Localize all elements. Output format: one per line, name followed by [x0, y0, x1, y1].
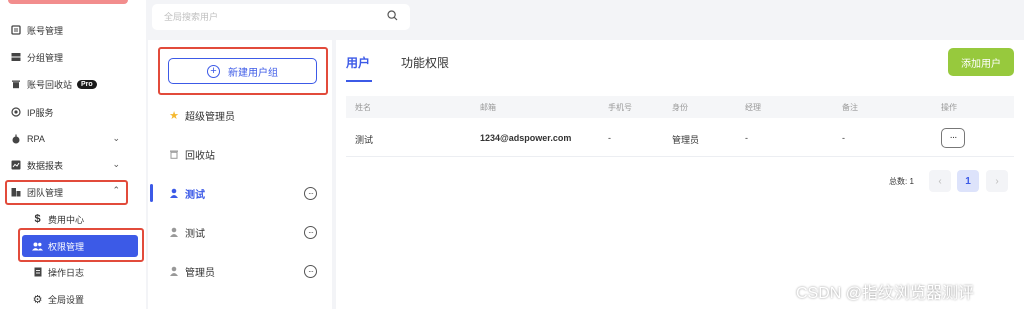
sidebar-item-label: 账号管理	[27, 25, 64, 36]
chart-icon	[10, 160, 21, 171]
group-item-label: 测试	[185, 228, 205, 240]
add-user-button[interactable]: 添加用户	[948, 48, 1014, 76]
user-icon	[168, 227, 180, 237]
sidebar-subitem-label: 全局设置	[48, 294, 85, 305]
group-item-recycle[interactable]: 回收站	[168, 145, 328, 163]
sidebar-item-trash[interactable]: 账号回收站 Pro	[0, 73, 146, 95]
cell-manager: -	[745, 133, 748, 143]
sidebar-subitem-label: 操作日志	[48, 267, 85, 278]
group-more-icon[interactable]: ···	[304, 187, 317, 200]
sidebar-item-label: 分组管理	[27, 52, 64, 63]
group-item-label: 管理员	[185, 267, 215, 279]
log-icon	[32, 267, 43, 278]
cell-phone: -	[608, 133, 611, 143]
col-header-note: 备注	[842, 103, 858, 112]
tab-underline	[346, 80, 372, 82]
col-header-role: 身份	[672, 103, 688, 112]
sidebar-item-label: IP服务	[27, 107, 54, 118]
col-header-actions: 操作	[941, 103, 957, 112]
sidebar-item-accounts[interactable]: 账号管理	[0, 19, 146, 41]
col-header-manager: 经理	[745, 103, 761, 112]
group-more-icon[interactable]: ···	[304, 226, 317, 239]
chevron-down-icon: ⌄	[112, 133, 120, 143]
tab-users[interactable]: 用户	[346, 54, 370, 71]
group-item-label: 超级管理员	[185, 111, 235, 123]
search-icon[interactable]	[387, 10, 398, 24]
group-more-icon[interactable]: ···	[304, 265, 317, 278]
sidebar-subitem-logs[interactable]: 操作日志	[0, 261, 146, 283]
page-1-button[interactable]: 1	[957, 170, 979, 192]
cell-email: 1234@adspower.com	[480, 133, 572, 143]
star-icon: ★	[169, 109, 179, 122]
trash-icon	[168, 149, 180, 159]
group-item-super-admin[interactable]: ★ 超级管理员	[168, 106, 328, 124]
trash-icon	[10, 79, 21, 90]
sidebar-item-label: 数据报表	[27, 160, 64, 171]
col-header-phone: 手机号	[608, 103, 632, 112]
sidebar-subitem-billing[interactable]: $ 费用中心	[0, 208, 146, 230]
search-input[interactable]	[164, 12, 387, 22]
row-more-button[interactable]: ···	[941, 128, 965, 148]
sidebar-item-reports[interactable]: 数据报表 ⌄	[0, 154, 146, 176]
tab-permissions[interactable]: 功能权限	[401, 54, 449, 71]
pro-badge: Pro	[77, 79, 97, 89]
col-header-email: 邮箱	[480, 103, 496, 112]
global-search	[152, 4, 410, 30]
sidebar-subitem-label: 费用中心	[48, 214, 85, 225]
row-divider	[346, 156, 1014, 157]
watermark: CSDN @指纹浏览器测评	[796, 285, 975, 302]
cell-note: -	[842, 133, 845, 143]
main-panel	[336, 40, 1024, 309]
ip-icon	[10, 107, 21, 118]
next-page-button[interactable]: ›	[986, 170, 1008, 192]
user-icon	[168, 188, 180, 198]
group-item-label: 测试	[185, 189, 205, 201]
cell-name: 测试	[355, 135, 374, 145]
prev-page-button[interactable]: ‹	[929, 170, 951, 192]
total-count: 总数: 1	[889, 177, 914, 186]
account-icon	[10, 25, 21, 36]
sidebar-item-label: RPA	[27, 134, 45, 144]
sidebar-item-groups[interactable]: 分组管理	[0, 46, 146, 68]
col-header-name: 姓名	[355, 103, 371, 112]
active-group-indicator	[150, 184, 153, 202]
user-icon	[168, 266, 180, 276]
sidebar-subitem-settings[interactable]: ⚙ 全局设置	[0, 288, 146, 309]
highlight-box-new-group	[158, 47, 328, 95]
gear-icon: ⚙	[32, 293, 43, 306]
sidebar-item-rpa[interactable]: RPA ⌄	[0, 128, 146, 150]
robot-icon	[10, 134, 21, 145]
dollar-icon: $	[34, 213, 41, 225]
cell-role: 管理员	[672, 135, 700, 145]
group-item-label: 回收站	[185, 150, 215, 162]
sidebar-item-ip[interactable]: IP服务	[0, 101, 146, 123]
highlight-box-permissions	[18, 228, 144, 262]
sidebar-top-accent	[8, 0, 128, 4]
sidebar-item-label: 账号回收站	[27, 79, 73, 90]
highlight-box-team	[5, 180, 128, 205]
group-icon	[10, 52, 21, 63]
chevron-down-icon: ⌄	[112, 159, 120, 169]
